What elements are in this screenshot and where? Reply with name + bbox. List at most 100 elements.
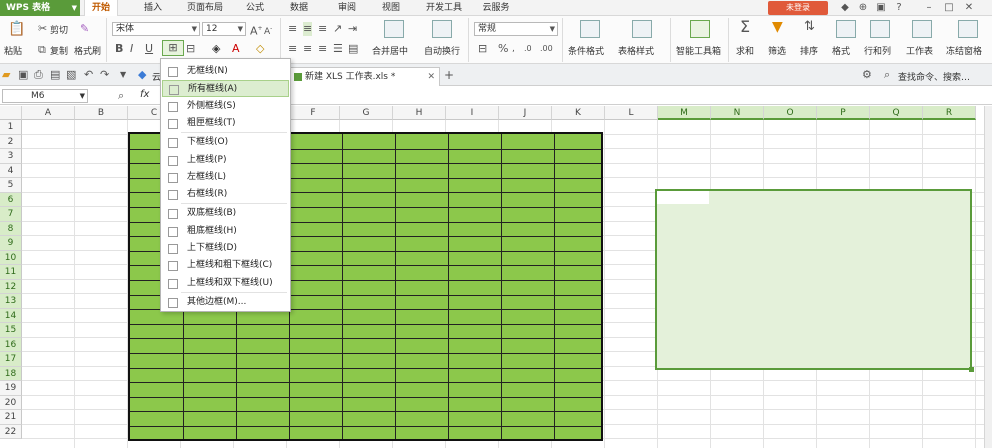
align-top-icon[interactable]: ≡: [288, 22, 297, 36]
preview-icon[interactable]: ▤: [50, 68, 60, 82]
open-folder-icon[interactable]: ▰: [2, 68, 10, 82]
table-style-button[interactable]: 表格样式: [618, 44, 654, 57]
format-painter-button[interactable]: 格式刷: [74, 44, 101, 57]
row-col-button[interactable]: 行和列: [864, 44, 891, 57]
orientation-icon[interactable]: ↗: [333, 22, 342, 36]
sum-button[interactable]: 求和: [736, 44, 754, 57]
sort-button[interactable]: 排序: [800, 44, 818, 57]
border-menu-item[interactable]: 右框线(R): [162, 186, 289, 203]
tab-home[interactable]: 开始: [84, 0, 118, 16]
indent-icon[interactable]: ⇥: [348, 22, 357, 36]
row-header[interactable]: 13: [0, 294, 22, 309]
border-menu-item[interactable]: 左框线(L): [162, 169, 289, 186]
row-header[interactable]: 4: [0, 163, 22, 178]
maximize-icon[interactable]: □: [942, 1, 956, 15]
row-header[interactable]: 18: [0, 366, 22, 381]
row-header[interactable]: 10: [0, 250, 22, 265]
share-icon[interactable]: ▣: [874, 1, 888, 15]
border-menu-item[interactable]: 粗匣框线(T): [162, 115, 289, 132]
border-menu-item[interactable]: 上框线和双下框线(U): [162, 275, 289, 292]
column-header[interactable]: P: [817, 106, 870, 120]
align-right-icon[interactable]: ≡: [318, 42, 327, 56]
increase-decimal-icon[interactable]: .0: [524, 42, 532, 56]
freeze-pane-button[interactable]: 冻结窗格: [946, 44, 982, 57]
name-box[interactable]: M6 ▼: [2, 89, 88, 103]
column-header[interactable]: O: [764, 106, 817, 120]
font-color-icon[interactable]: A: [232, 42, 240, 56]
new-tab-icon[interactable]: +: [444, 68, 454, 82]
print-icon[interactable]: ⎙: [34, 68, 43, 82]
app-menu-button[interactable]: WPS 表格 ▼: [0, 0, 80, 16]
tab-formulas[interactable]: 公式: [238, 0, 272, 16]
comma-icon[interactable]: ,: [512, 42, 515, 56]
document-tab[interactable]: 新建 XLS 工作表.xls * ✕: [290, 67, 440, 86]
fill-handle[interactable]: [969, 367, 974, 372]
row-header[interactable]: 20: [0, 395, 22, 410]
tab-view[interactable]: 视图: [374, 0, 408, 16]
merge-center-button[interactable]: 合并居中: [372, 44, 408, 57]
fx-label[interactable]: fx: [140, 89, 149, 100]
column-header[interactable]: N: [711, 106, 764, 120]
decrease-font-icon[interactable]: A-: [264, 22, 272, 39]
column-header[interactable]: Q: [870, 106, 923, 120]
row-header[interactable]: 11: [0, 265, 22, 280]
font-name-select[interactable]: 宋体 ▼: [112, 22, 200, 36]
row-header[interactable]: 9: [0, 236, 22, 251]
column-header[interactable]: J: [499, 106, 552, 120]
column-header[interactable]: G: [340, 106, 393, 120]
italic-button[interactable]: I: [130, 42, 133, 56]
column-header[interactable]: H: [393, 106, 446, 120]
column-header[interactable]: R: [923, 106, 976, 120]
align-center-icon[interactable]: ≡: [303, 42, 312, 56]
worksheet-button[interactable]: 工作表: [906, 44, 933, 57]
border-menu-item[interactable]: 上框线和粗下框线(C): [162, 257, 289, 274]
conditional-format-button[interactable]: 条件格式: [568, 44, 604, 57]
help-icon[interactable]: ?: [892, 1, 906, 15]
row-header[interactable]: 14: [0, 308, 22, 323]
clear-format-icon[interactable]: ◇: [256, 42, 264, 56]
border-dropdown-icon[interactable]: ⊟: [186, 42, 195, 56]
close-tab-icon[interactable]: ✕: [427, 68, 435, 86]
copy-button[interactable]: 复制: [50, 44, 68, 57]
save-icon[interactable]: ▣: [18, 68, 28, 82]
wrap-text-button[interactable]: 自动换行: [424, 44, 460, 57]
filter-button[interactable]: 筛选: [768, 44, 786, 57]
row-header[interactable]: 6: [0, 192, 22, 207]
paste-label[interactable]: 粘贴: [4, 44, 22, 57]
distributed-icon[interactable]: ▤: [348, 42, 358, 56]
row-header[interactable]: 16: [0, 337, 22, 352]
currency-icon[interactable]: ⊟: [478, 42, 487, 56]
tab-cloud[interactable]: 云服务: [476, 0, 516, 16]
column-header[interactable]: A: [22, 106, 75, 120]
select-all-corner[interactable]: [0, 106, 22, 120]
login-button[interactable]: 未登录: [768, 1, 828, 15]
column-header[interactable]: B: [75, 106, 128, 120]
row-header[interactable]: 19: [0, 381, 22, 396]
border-menu-item[interactable]: 下框线(O): [162, 134, 289, 151]
border-menu-item[interactable]: 粗底框线(H): [162, 223, 289, 240]
column-header[interactable]: K: [552, 106, 605, 120]
column-header[interactable]: L: [605, 106, 658, 120]
settings-icon[interactable]: ⚙: [862, 68, 872, 82]
row-header[interactable]: 21: [0, 410, 22, 425]
command-search-input[interactable]: 查找命令、搜索…: [898, 70, 970, 83]
selected-cell-range[interactable]: [655, 189, 974, 372]
tab-insert[interactable]: 插入: [136, 0, 170, 16]
export-icon[interactable]: ▧: [66, 68, 76, 82]
row-header[interactable]: 2: [0, 134, 22, 149]
column-header[interactable]: F: [287, 106, 340, 120]
fill-color-icon[interactable]: ◈: [212, 42, 220, 56]
decrease-decimal-icon[interactable]: .00: [540, 42, 553, 56]
row-header[interactable]: 3: [0, 149, 22, 164]
align-bottom-icon[interactable]: ≡: [318, 22, 327, 36]
border-menu-item[interactable]: 其他边框(M)...: [162, 294, 289, 311]
format-button[interactable]: 格式: [832, 44, 850, 57]
close-icon[interactable]: ✕: [962, 1, 976, 15]
row-header[interactable]: 22: [0, 424, 22, 439]
row-header[interactable]: 15: [0, 323, 22, 338]
border-menu-item[interactable]: 所有框线(A): [162, 80, 289, 98]
tab-page-layout[interactable]: 页面布局: [180, 0, 230, 16]
border-menu-item[interactable]: 无框线(N): [162, 63, 289, 80]
row-header[interactable]: 12: [0, 279, 22, 294]
paste-icon[interactable]: 📋: [8, 22, 25, 36]
